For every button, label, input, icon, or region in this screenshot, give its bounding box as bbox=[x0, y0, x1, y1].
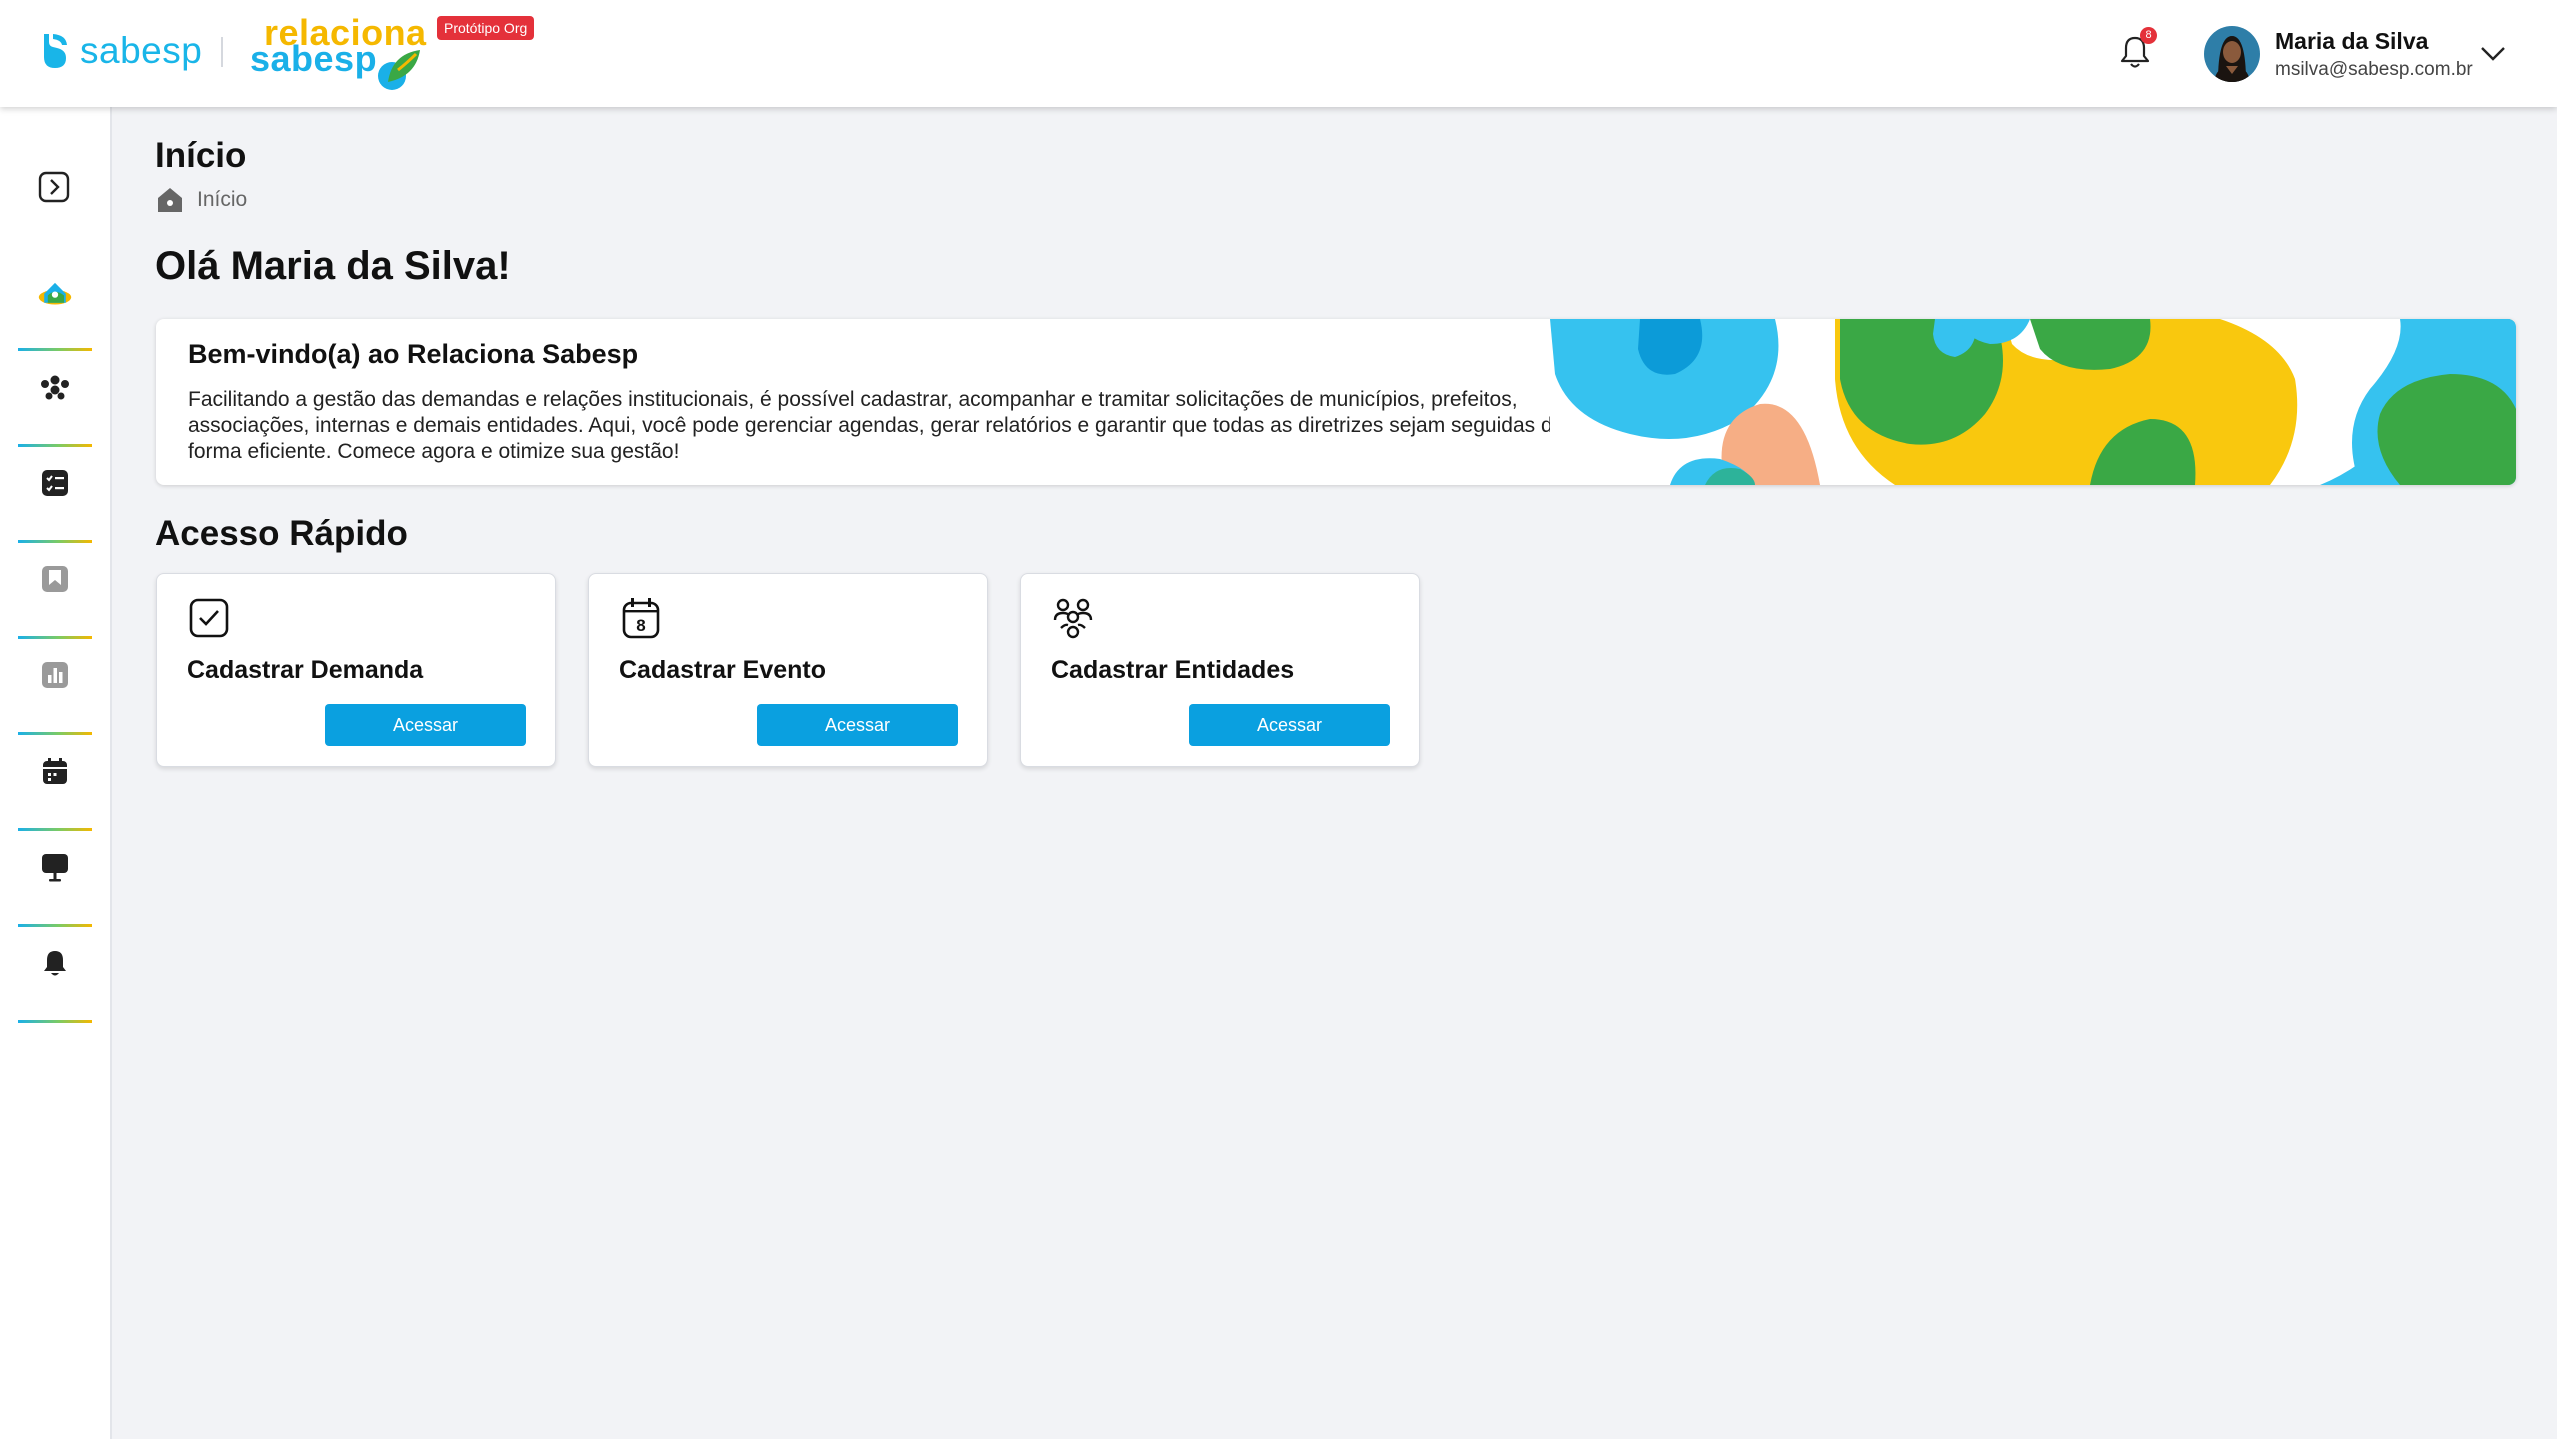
decorative-shapes-illustration bbox=[1550, 319, 2516, 485]
checklist-icon bbox=[42, 470, 68, 496]
quick-card-entidades: Cadastrar Entidades Acessar bbox=[1020, 573, 1420, 767]
page-title: Início bbox=[155, 136, 247, 175]
sabesp-mark-icon bbox=[44, 34, 67, 68]
monitor-icon bbox=[42, 854, 68, 882]
relaciona-sabesp-logo[interactable]: relaciona sabesp bbox=[250, 12, 430, 92]
check-square-icon bbox=[189, 598, 229, 638]
calendar-icon bbox=[43, 758, 67, 784]
quick-card-evento: 8 Cadastrar Evento Acessar bbox=[588, 573, 988, 767]
sidebar-item-monitor[interactable] bbox=[18, 831, 92, 927]
notification-count-badge: 8 bbox=[2140, 27, 2157, 44]
sabesp-logo[interactable]: sabesp bbox=[38, 30, 202, 72]
sidebar-item-demands[interactable] bbox=[18, 447, 92, 543]
sidebar-item-notifications[interactable] bbox=[18, 927, 92, 1023]
prototype-badge: Protótipo Org bbox=[437, 16, 535, 40]
avatar bbox=[2204, 26, 2260, 82]
user-menu[interactable]: Maria da Silva msilva@sabesp.com.br bbox=[2204, 26, 2473, 82]
chevron-down-icon[interactable] bbox=[2479, 44, 2507, 64]
welcome-title: Bem-vindo(a) ao Relaciona Sabesp bbox=[188, 339, 639, 369]
calendar-icon: 8 bbox=[622, 598, 660, 639]
chart-icon bbox=[42, 662, 68, 688]
bell-icon bbox=[44, 951, 66, 976]
breadcrumb: Início bbox=[155, 186, 247, 214]
user-name: Maria da Silva bbox=[2275, 27, 2429, 54]
breadcrumb-current: Início bbox=[197, 188, 248, 211]
access-entidades-button[interactable]: Acessar bbox=[1189, 704, 1390, 746]
sidebar-item-calendar[interactable] bbox=[18, 735, 92, 831]
quick-card-title: Cadastrar Entidades bbox=[1051, 656, 1295, 684]
sidebar-item-bookmarks[interactable] bbox=[18, 543, 92, 639]
bookmark-icon bbox=[42, 566, 68, 592]
people-icon bbox=[41, 375, 69, 400]
quick-access-title: Acesso Rápido bbox=[155, 514, 408, 553]
calendar-day-number: 8 bbox=[636, 616, 645, 635]
logo-divider bbox=[221, 37, 223, 67]
quick-card-title: Cadastrar Demanda bbox=[187, 656, 424, 684]
welcome-text: Facilitando a gestão das demandas e rela… bbox=[188, 388, 1565, 463]
sidebar-expand-icon[interactable] bbox=[37, 170, 71, 204]
sidebar-item-reports[interactable] bbox=[18, 639, 92, 735]
sidebar-item-people[interactable] bbox=[18, 351, 92, 447]
sidebar-item-home[interactable] bbox=[18, 255, 92, 351]
home-icon[interactable] bbox=[155, 186, 185, 214]
top-header: sabesp relaciona sabesp Protótipo Org 8 bbox=[0, 0, 2557, 107]
quick-card-title: Cadastrar Evento bbox=[619, 656, 827, 684]
access-evento-button[interactable]: Acessar bbox=[757, 704, 958, 746]
access-demanda-button[interactable]: Acessar bbox=[325, 704, 526, 746]
quick-card-demanda: Cadastrar Demanda Acessar bbox=[156, 573, 556, 767]
home-icon bbox=[38, 282, 72, 305]
sidebar bbox=[0, 107, 112, 1439]
sabesp-logo-text: sabesp bbox=[80, 30, 203, 71]
people-group-icon bbox=[1053, 598, 1093, 639]
user-email: msilva@sabesp.com.br bbox=[2275, 58, 2473, 80]
welcome-banner: Bem-vindo(a) ao Relaciona Sabesp Facilit… bbox=[156, 319, 2516, 485]
leaf-logo-icon bbox=[378, 50, 420, 90]
greeting-heading: Olá Maria da Silva! bbox=[155, 244, 511, 288]
relaciona-logo-subtext: sabesp bbox=[250, 38, 378, 79]
notifications-button[interactable]: 8 bbox=[2118, 27, 2157, 70]
